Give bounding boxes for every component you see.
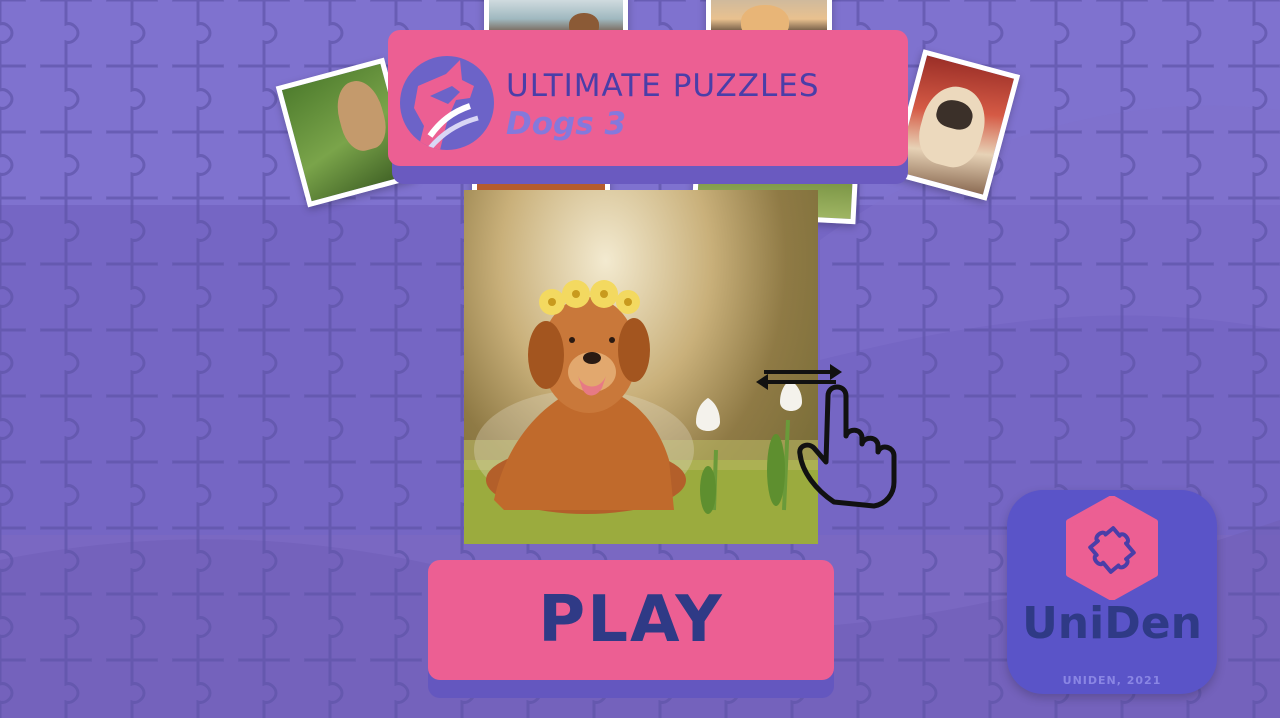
swipe-hand-icon — [756, 364, 897, 509]
uniden-logo: UniDen UNIDEN, 2021 — [1007, 490, 1217, 694]
puzzle-piece-icon — [1066, 496, 1158, 600]
dog-head-logo-icon — [400, 56, 494, 150]
title-banner: ULTIMATE PUZZLES Dogs 3 — [388, 30, 908, 166]
brand-copyright: UNIDEN, 2021 — [1062, 674, 1162, 687]
play-button-label: PLAY — [538, 583, 724, 657]
brand-name: UniDen — [1022, 598, 1202, 649]
game-subtitle: Dogs 3 — [506, 106, 627, 142]
play-button[interactable]: PLAY — [428, 560, 834, 680]
game-title: ULTIMATE PUZZLES — [506, 68, 820, 104]
